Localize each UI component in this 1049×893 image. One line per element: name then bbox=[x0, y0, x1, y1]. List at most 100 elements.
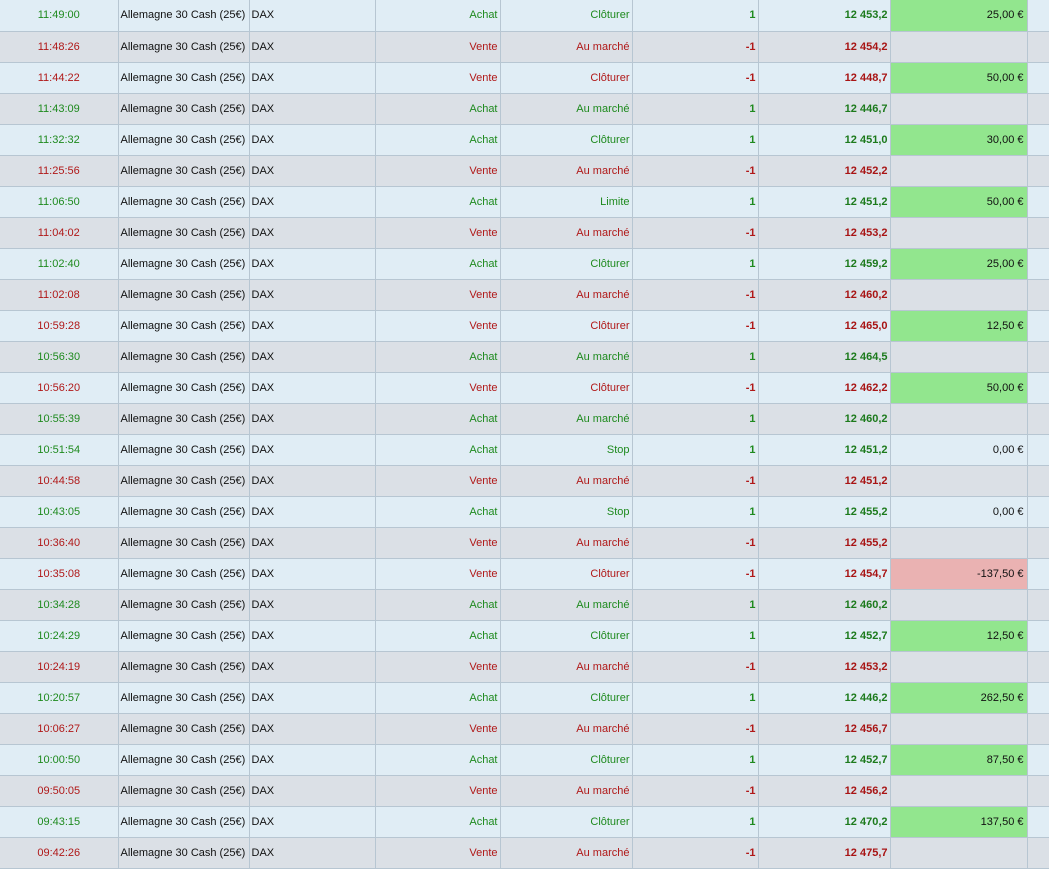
trade-direction: Achat bbox=[375, 589, 501, 621]
trade-order-type: Au marché bbox=[500, 217, 633, 249]
trade-quantity: -1 bbox=[632, 31, 759, 63]
table-row[interactable]: 11:02:40 Allemagne 30 Cash (25€) DAX Achat C… bbox=[0, 248, 1049, 280]
table-row[interactable]: 11:06:50 Allemagne 30 Cash (25€) DAX Achat L… bbox=[0, 186, 1049, 218]
trade-order-type: Au marché bbox=[500, 651, 633, 683]
trade-pnl bbox=[890, 155, 1028, 187]
trade-underlying: DAX bbox=[249, 341, 376, 373]
trade-order-type: Au marché bbox=[500, 589, 633, 621]
row-spacer-cell bbox=[1027, 744, 1049, 776]
table-row[interactable]: 11:49:00 Allemagne 30 Cash (25€) DAX Achat C… bbox=[0, 0, 1049, 32]
table-row[interactable]: 10:24:29 Allemagne 30 Cash (25€) DAX Achat C… bbox=[0, 620, 1049, 652]
trade-price: 12 460,2 bbox=[758, 589, 891, 621]
trade-price: 12 451,0 bbox=[758, 124, 891, 156]
table-row[interactable]: 11:43:09 Allemagne 30 Cash (25€) DAX Achat A… bbox=[0, 93, 1049, 125]
trade-pnl: 87,50 € bbox=[890, 744, 1028, 776]
trade-time: 10:56:30 bbox=[0, 341, 119, 373]
trade-time: 11:02:40 bbox=[0, 248, 119, 280]
trade-instrument: Allemagne 30 Cash (25€) bbox=[118, 186, 250, 218]
trade-price: 12 465,0 bbox=[758, 310, 891, 342]
table-row[interactable]: 11:02:08 Allemagne 30 Cash (25€) DAX Vente A… bbox=[0, 279, 1049, 311]
trade-underlying: DAX bbox=[249, 186, 376, 218]
table-row[interactable]: 10:00:50 Allemagne 30 Cash (25€) DAX Achat C… bbox=[0, 744, 1049, 776]
table-row[interactable]: 10:44:58 Allemagne 30 Cash (25€) DAX Vente A… bbox=[0, 465, 1049, 497]
trade-quantity: -1 bbox=[632, 310, 759, 342]
trade-quantity: -1 bbox=[632, 62, 759, 94]
trade-direction: Vente bbox=[375, 837, 501, 869]
trade-quantity: -1 bbox=[632, 465, 759, 497]
table-row[interactable]: 10:56:30 Allemagne 30 Cash (25€) DAX Achat A… bbox=[0, 341, 1049, 373]
trade-quantity: 1 bbox=[632, 186, 759, 218]
table-row[interactable]: 11:25:56 Allemagne 30 Cash (25€) DAX Vente A… bbox=[0, 155, 1049, 187]
trade-time: 09:43:15 bbox=[0, 806, 119, 838]
row-spacer-cell bbox=[1027, 589, 1049, 621]
table-row[interactable]: 10:06:27 Allemagne 30 Cash (25€) DAX Vente A… bbox=[0, 713, 1049, 745]
trade-pnl: 137,50 € bbox=[890, 806, 1028, 838]
table-row[interactable]: 10:56:20 Allemagne 30 Cash (25€) DAX Vente C… bbox=[0, 372, 1049, 404]
trade-price: 12 475,7 bbox=[758, 837, 891, 869]
trade-direction: Vente bbox=[375, 62, 501, 94]
row-spacer-cell bbox=[1027, 93, 1049, 125]
table-row[interactable]: 10:59:28 Allemagne 30 Cash (25€) DAX Vente C… bbox=[0, 310, 1049, 342]
trade-underlying: DAX bbox=[249, 527, 376, 559]
trade-quantity: 1 bbox=[632, 434, 759, 466]
trade-instrument: Allemagne 30 Cash (25€) bbox=[118, 155, 250, 187]
trade-instrument: Allemagne 30 Cash (25€) bbox=[118, 744, 250, 776]
trade-direction: Achat bbox=[375, 186, 501, 218]
trade-price: 12 470,2 bbox=[758, 806, 891, 838]
trade-instrument: Allemagne 30 Cash (25€) bbox=[118, 806, 250, 838]
trade-underlying: DAX bbox=[249, 682, 376, 714]
trade-price: 12 462,2 bbox=[758, 372, 891, 404]
row-spacer-cell bbox=[1027, 403, 1049, 435]
trade-time: 10:43:05 bbox=[0, 496, 119, 528]
table-row[interactable]: 10:34:28 Allemagne 30 Cash (25€) DAX Achat A… bbox=[0, 589, 1049, 621]
table-row[interactable]: 09:43:15 Allemagne 30 Cash (25€) DAX Achat C… bbox=[0, 806, 1049, 838]
table-row[interactable]: 10:20:57 Allemagne 30 Cash (25€) DAX Achat C… bbox=[0, 682, 1049, 714]
trade-time: 09:50:05 bbox=[0, 775, 119, 807]
trade-direction: Achat bbox=[375, 434, 501, 466]
row-spacer-cell bbox=[1027, 713, 1049, 745]
trade-direction: Vente bbox=[375, 310, 501, 342]
trade-price: 12 453,2 bbox=[758, 651, 891, 683]
trade-instrument: Allemagne 30 Cash (25€) bbox=[118, 527, 250, 559]
trade-direction: Vente bbox=[375, 558, 501, 590]
trade-pnl bbox=[890, 341, 1028, 373]
table-row[interactable]: 10:35:08 Allemagne 30 Cash (25€) DAX Vente C… bbox=[0, 558, 1049, 590]
trade-instrument: Allemagne 30 Cash (25€) bbox=[118, 620, 250, 652]
trade-pnl bbox=[890, 403, 1028, 435]
trade-pnl bbox=[890, 279, 1028, 311]
trade-underlying: DAX bbox=[249, 0, 376, 32]
table-row[interactable]: 09:42:26 Allemagne 30 Cash (25€) DAX Vente A… bbox=[0, 837, 1049, 869]
table-row[interactable]: 11:44:22 Allemagne 30 Cash (25€) DAX Vente C… bbox=[0, 62, 1049, 94]
table-row[interactable]: 10:55:39 Allemagne 30 Cash (25€) DAX Achat A… bbox=[0, 403, 1049, 435]
table-row[interactable]: 10:43:05 Allemagne 30 Cash (25€) DAX Achat S… bbox=[0, 496, 1049, 528]
row-spacer-cell bbox=[1027, 496, 1049, 528]
trade-underlying: DAX bbox=[249, 31, 376, 63]
trade-quantity: -1 bbox=[632, 155, 759, 187]
trade-quantity: -1 bbox=[632, 372, 759, 404]
table-row[interactable]: 10:51:54 Allemagne 30 Cash (25€) DAX Achat S… bbox=[0, 434, 1049, 466]
trade-underlying: DAX bbox=[249, 775, 376, 807]
trade-price: 12 464,5 bbox=[758, 341, 891, 373]
row-spacer-cell bbox=[1027, 248, 1049, 280]
trade-instrument: Allemagne 30 Cash (25€) bbox=[118, 775, 250, 807]
table-row[interactable]: 10:24:19 Allemagne 30 Cash (25€) DAX Vente A… bbox=[0, 651, 1049, 683]
trade-underlying: DAX bbox=[249, 837, 376, 869]
trade-time: 10:59:28 bbox=[0, 310, 119, 342]
table-row[interactable]: 11:04:02 Allemagne 30 Cash (25€) DAX Vente A… bbox=[0, 217, 1049, 249]
trade-order-type: Clôturer bbox=[500, 806, 633, 838]
trade-underlying: DAX bbox=[249, 248, 376, 280]
trade-quantity: -1 bbox=[632, 527, 759, 559]
trade-pnl: -137,50 € bbox=[890, 558, 1028, 590]
trade-instrument: Allemagne 30 Cash (25€) bbox=[118, 341, 250, 373]
table-row[interactable]: 10:36:40 Allemagne 30 Cash (25€) DAX Vente A… bbox=[0, 527, 1049, 559]
trade-time: 10:06:27 bbox=[0, 713, 119, 745]
table-row[interactable]: 11:48:26 Allemagne 30 Cash (25€) DAX Vente A… bbox=[0, 31, 1049, 63]
trade-direction: Vente bbox=[375, 155, 501, 187]
trade-direction: Vente bbox=[375, 31, 501, 63]
trade-order-type: Clôturer bbox=[500, 0, 633, 32]
trade-price: 12 456,7 bbox=[758, 713, 891, 745]
trade-quantity: 1 bbox=[632, 682, 759, 714]
trade-underlying: DAX bbox=[249, 434, 376, 466]
table-row[interactable]: 09:50:05 Allemagne 30 Cash (25€) DAX Vente A… bbox=[0, 775, 1049, 807]
table-row[interactable]: 11:32:32 Allemagne 30 Cash (25€) DAX Achat C… bbox=[0, 124, 1049, 156]
